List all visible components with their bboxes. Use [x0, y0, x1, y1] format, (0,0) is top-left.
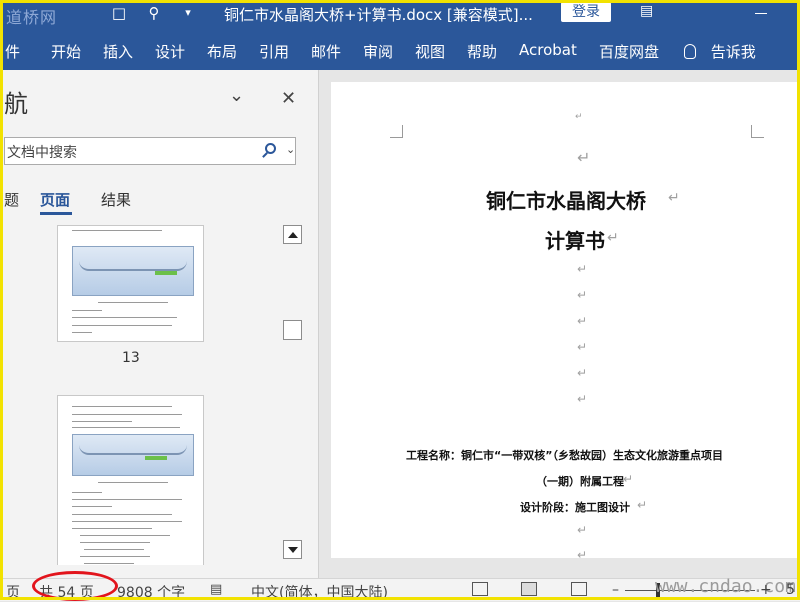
- tab-layout[interactable]: 布局: [207, 41, 237, 62]
- scroll-down-arrow-icon[interactable]: [283, 540, 302, 559]
- paragraph-mark: ↵: [577, 392, 588, 406]
- tab-insert[interactable]: 插入: [103, 41, 133, 62]
- tab-acrobat[interactable]: Acrobat: [519, 41, 577, 59]
- customize-dropdown-icon[interactable]: ▾: [177, 3, 199, 23]
- paragraph-mark: ↵: [577, 366, 588, 380]
- paragraph-mark: ↵: [577, 148, 591, 167]
- title-bar: 道桥网 □ ⚲ ▾ 铜仁市水晶阁大桥+计算书.docx [兼容模式]... 登录…: [0, 0, 800, 28]
- tab-references[interactable]: 引用: [259, 41, 289, 62]
- thumbnail-page-number: 13: [122, 350, 140, 366]
- lightbulb-icon: [684, 44, 696, 59]
- crop-mark: [751, 125, 764, 138]
- design-stage-line[interactable]: 设计阶段：施工图设计: [520, 499, 630, 515]
- watermark-logo: 道桥网: [6, 8, 58, 27]
- navigation-pane-title: 航: [4, 90, 28, 118]
- document-title-line2[interactable]: 计算书: [545, 225, 605, 254]
- web-layout-icon[interactable]: [571, 582, 587, 596]
- read-mode-icon[interactable]: [472, 582, 488, 596]
- document-page[interactable]: ↵ ↵ 铜仁市水晶阁大桥 ↵ 计算书 ↵ ↵ ↵ ↵ ↵ ↵ ↵ 工程名称：铜仁…: [331, 82, 800, 562]
- tab-results[interactable]: 结果: [101, 189, 131, 210]
- word-count[interactable]: 9808 个字: [117, 582, 185, 602]
- thumbnail-chart: [72, 434, 194, 476]
- document-title-line1[interactable]: 铜仁市水晶阁大桥: [486, 185, 646, 214]
- paragraph-mark: ↵: [577, 548, 588, 562]
- save-icon[interactable]: □: [108, 3, 130, 23]
- paragraph-mark: ↵: [577, 262, 588, 276]
- paragraph-mark: ↵: [575, 112, 583, 122]
- search-icon[interactable]: [265, 143, 276, 154]
- thumbnail-chart: [72, 246, 194, 296]
- thumbnail-scrollbar[interactable]: [283, 225, 302, 563]
- page-indicator[interactable]: 页: [6, 582, 20, 602]
- search-options-chevron-icon[interactable]: ⌄: [286, 143, 295, 156]
- pane-options-chevron-icon[interactable]: ⌄: [229, 85, 244, 106]
- status-bar: 页 共 54 页 9808 个字 ▤ 中文(简体，中国大陆) – www.cnd…: [0, 571, 800, 602]
- page-thumbnails: 13: [0, 225, 280, 565]
- project-name-line1[interactable]: 工程名称：铜仁市“一带双核”（乡愁故园）生态文化旅游重点项目: [406, 447, 723, 463]
- paragraph-mark: ↵: [623, 472, 634, 486]
- zoom-in-button[interactable]: +: [760, 582, 772, 598]
- tab-baidu-netdisk[interactable]: 百度网盘: [599, 41, 659, 62]
- login-button[interactable]: 登录: [561, 2, 611, 22]
- language-indicator[interactable]: 中文(简体，中国大陆): [251, 582, 388, 602]
- scroll-up-arrow-icon[interactable]: [283, 225, 302, 244]
- page-thumbnail[interactable]: [57, 225, 204, 342]
- nav-search-input[interactable]: 文档中搜索 ⌄: [4, 137, 296, 165]
- tab-design[interactable]: 设计: [155, 41, 185, 62]
- paragraph-mark: ↵: [577, 340, 588, 354]
- tab-headings[interactable]: 题: [4, 189, 19, 210]
- paragraph-mark: ↵: [668, 190, 680, 206]
- tab-review[interactable]: 审阅: [363, 41, 393, 62]
- document-title: 铜仁市水晶阁大桥+计算书.docx [兼容模式]...: [224, 6, 533, 24]
- project-name-line2[interactable]: （一期）附属工程: [536, 473, 624, 489]
- document-canvas: ↵ ↵ 铜仁市水晶阁大桥 ↵ 计算书 ↵ ↵ ↵ ↵ ↵ ↵ ↵ 工程名称：铜仁…: [319, 70, 800, 578]
- minimize-icon[interactable]: [752, 4, 770, 22]
- close-icon[interactable]: ✕: [281, 88, 296, 109]
- print-preview-icon[interactable]: ⚲: [143, 3, 165, 23]
- proofing-icon[interactable]: ▤: [210, 582, 222, 597]
- navigation-pane: 航 ⌄ ✕ 文档中搜索 ⌄ 题 页面 结果 13: [0, 70, 318, 578]
- paragraph-mark: ↵: [577, 288, 588, 302]
- print-layout-icon[interactable]: [521, 582, 537, 596]
- paragraph-mark: ↵: [577, 523, 588, 537]
- scroll-thumb[interactable]: [283, 320, 302, 340]
- tab-home[interactable]: 开始: [51, 41, 81, 62]
- zoom-level[interactable]: 5: [786, 582, 795, 598]
- tab-help[interactable]: 帮助: [467, 41, 497, 62]
- ribbon-display-icon[interactable]: ▤: [640, 3, 653, 19]
- crop-mark: [390, 125, 403, 138]
- paragraph-mark: ↵: [577, 314, 588, 328]
- tell-me-search[interactable]: 告诉我: [684, 41, 756, 62]
- tab-pages[interactable]: 页面: [40, 189, 70, 210]
- zoom-out-button[interactable]: –: [612, 582, 619, 598]
- active-tab-indicator: [40, 212, 72, 215]
- ribbon-tabs: 件 开始 插入 设计 布局 引用 邮件 审阅 视图 帮助 Acrobat 百度网…: [0, 28, 800, 70]
- watermark-text: www.cndao.com: [655, 576, 796, 597]
- search-placeholder: 文档中搜索: [7, 145, 77, 161]
- tell-me-label: 告诉我: [710, 43, 756, 61]
- tab-view[interactable]: 视图: [415, 41, 445, 62]
- highlight-circle: [32, 571, 118, 601]
- paragraph-mark: ↵: [637, 498, 648, 512]
- paragraph-mark: ↵: [607, 230, 619, 246]
- page-thumbnail[interactable]: [57, 395, 204, 565]
- tab-file[interactable]: 件: [5, 41, 20, 62]
- tab-mailings[interactable]: 邮件: [311, 41, 341, 62]
